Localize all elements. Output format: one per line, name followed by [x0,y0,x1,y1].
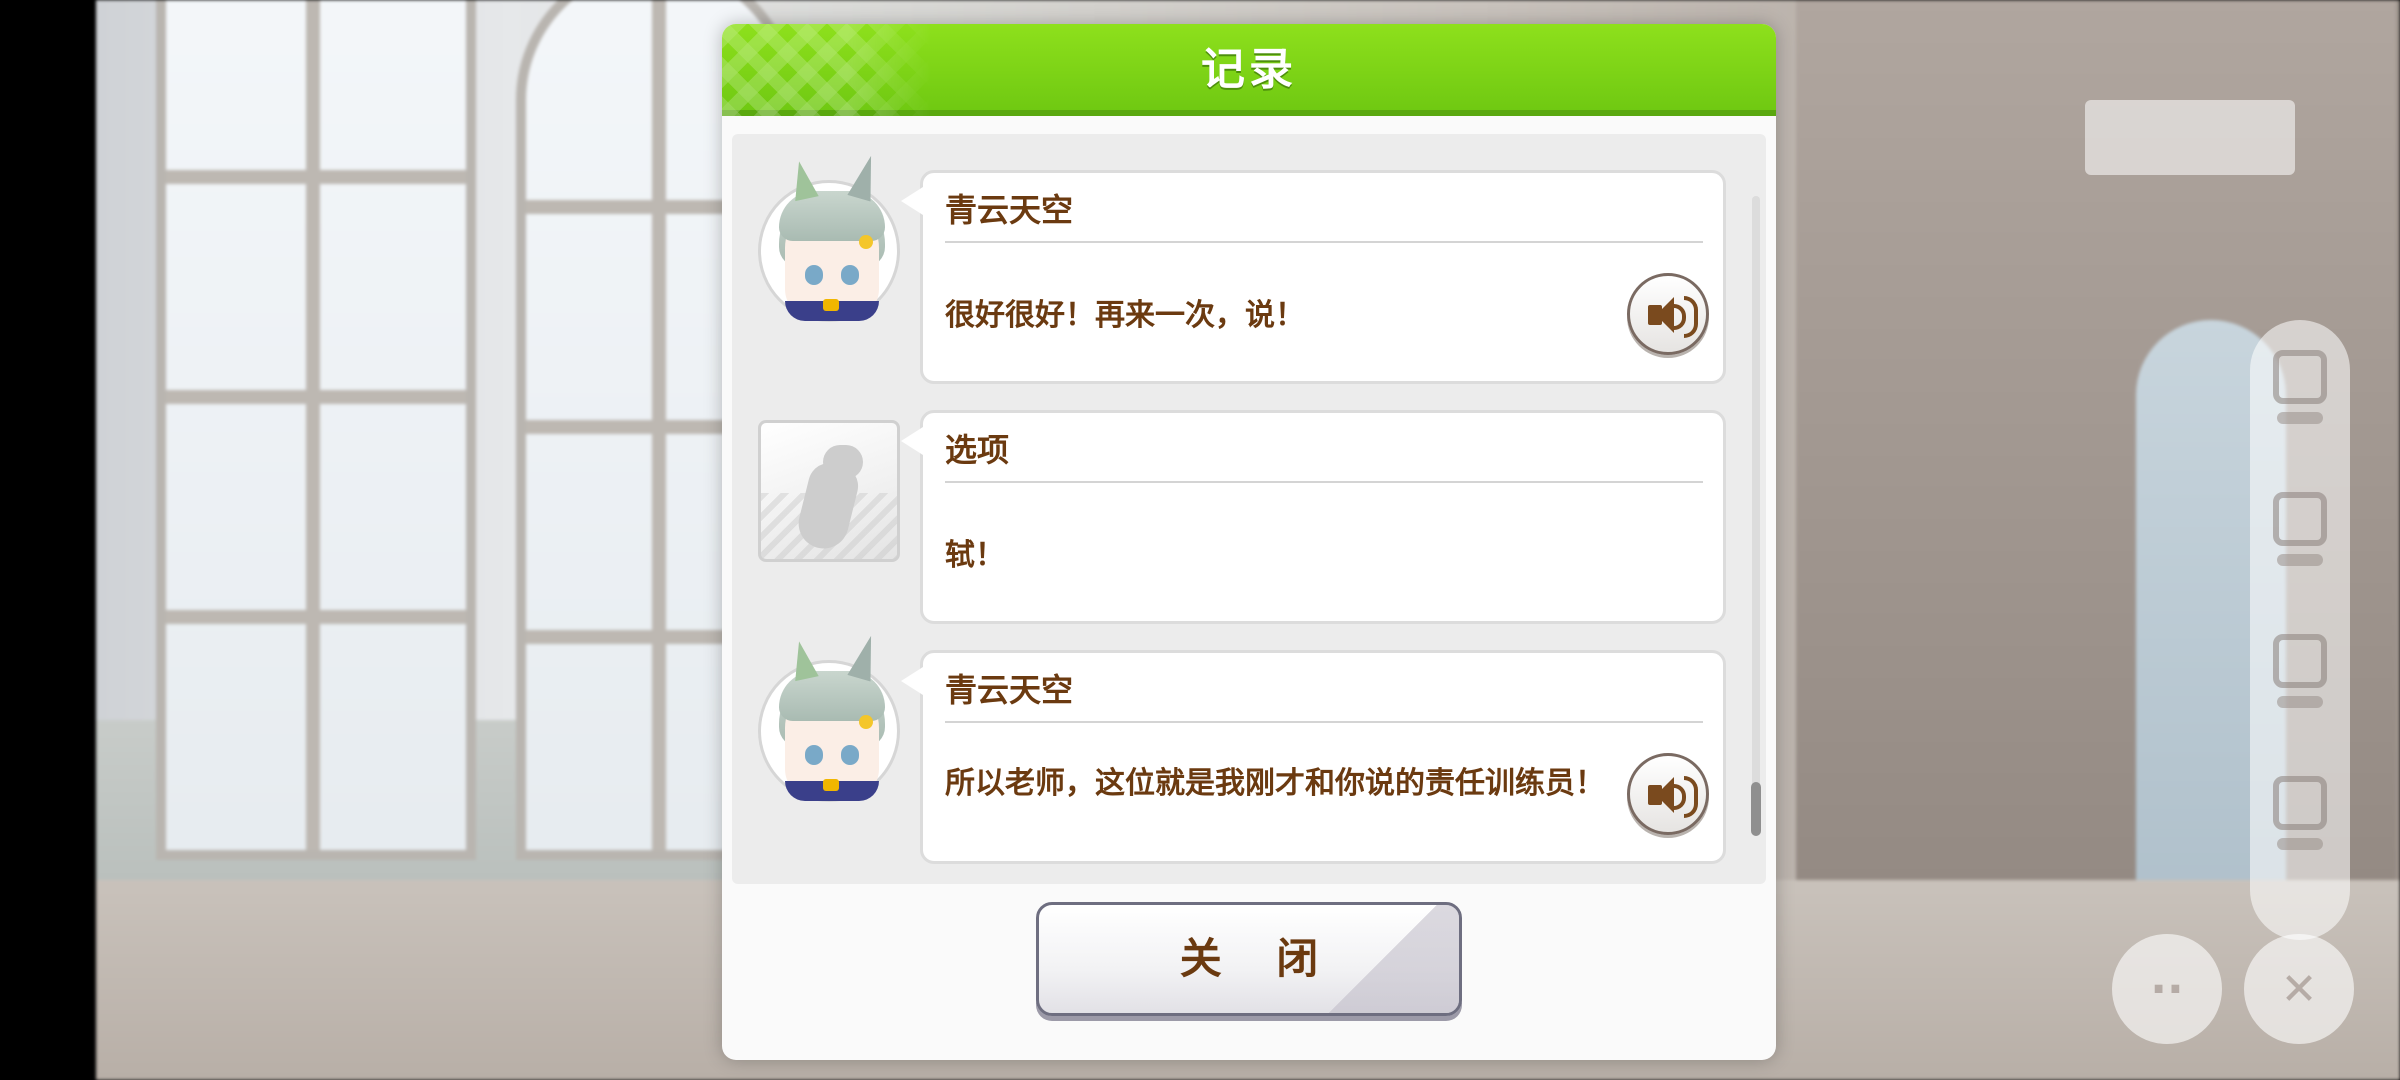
log-entry: 青云天空 很好很好！再来一次，说！ [732,152,1732,388]
divider [945,481,1703,483]
speaker-name: 选项 [945,431,1010,469]
speaker-name: 青云天空 [945,191,1074,229]
window-left [156,0,476,860]
character-portrait [758,632,900,802]
log-bubble: 青云天空 所以老师，这位就是我刚才和你说的责任训练员！ [901,650,1726,864]
log-text: 轼！ [945,538,1005,573]
log-list[interactable]: 青云天空 很好很好！再来一次，说！ 选项 轼！ 青云天空 所以老师，这位就是我刚… [732,134,1766,884]
speaker-icon[interactable] [1627,273,1709,355]
fullscreen-icon[interactable] [2265,776,2335,886]
divider [945,721,1703,723]
log-text: 很好很好！再来一次，说！ [945,298,1305,333]
scrollbar-thumb[interactable] [1751,782,1761,836]
auto-button[interactable]: ·· [2112,934,2222,1044]
character-portrait [758,152,900,322]
log-text: 所以老师，这位就是我刚才和你说的责任训练员！ [945,766,1605,801]
scrollbar-track[interactable] [1752,196,1760,836]
close-button[interactable]: 关 闭 [1036,902,1462,1016]
close-icon[interactable]: ✕ [2244,934,2354,1044]
log-icon[interactable] [2265,634,2335,744]
divider [945,241,1703,243]
copy-icon[interactable] [2265,492,2335,602]
speaker-icon[interactable] [1627,753,1709,835]
side-menu[interactable] [2250,320,2350,940]
log-entry: 青云天空 所以老师，这位就是我刚才和你说的责任训练员！ [732,632,1732,868]
log-bubble: 青云天空 很好很好！再来一次，说！ [901,170,1726,384]
log-entry: 选项 轼！ [732,410,1732,628]
carrot-icon [758,420,900,562]
menu-icon[interactable] [2265,350,2335,460]
dialog-header: 记录 [722,24,1776,116]
speaker-name: 青云天空 [945,671,1074,709]
log-bubble: 选项 轼！ [901,410,1726,624]
log-dialog: 记录 青云天空 很好很好！再来一次，说！ 选项 轼！ 青云天空 所以老师，这位就… [722,24,1776,1060]
top-tag [2085,100,2295,175]
dialog-title: 记录 [1201,44,1297,95]
close-button-label: 关 闭 [1179,934,1339,983]
